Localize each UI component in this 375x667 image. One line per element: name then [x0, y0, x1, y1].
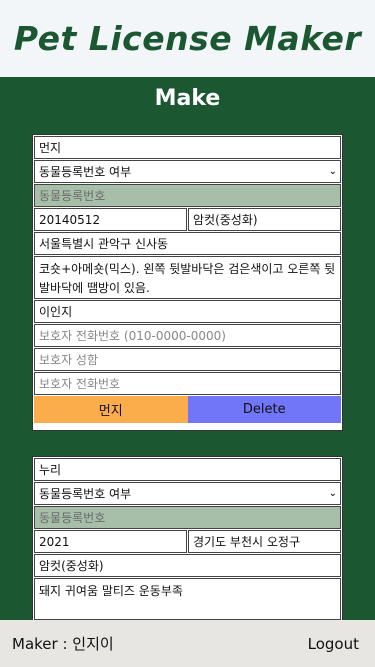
guardian-name2-field[interactable]: 보호자 성함 [34, 348, 341, 371]
delete-button[interactable]: Delete [187, 396, 341, 423]
birth-address-row: 2021 경기도 부천시 오정구 [34, 530, 341, 553]
maker-label: Maker : 인지이 [12, 635, 114, 653]
registration-number-field[interactable]: 동물등록번호 [34, 184, 341, 207]
address-field[interactable]: 경기도 부천시 오정구 [188, 530, 341, 553]
guardian-name-field[interactable]: 이인지 [34, 300, 341, 323]
page-title: Make [154, 86, 221, 111]
guardian-phone2-field[interactable]: 보호자 전화번호 [34, 372, 341, 395]
pet-name-field[interactable]: 먼지 [34, 136, 341, 159]
registration-select-value: 동물등록번호 여부 [39, 487, 132, 501]
registration-select[interactable]: 동물등록번호 여부 ⌄ [34, 160, 341, 183]
app-header: Pet License Maker [0, 0, 375, 77]
guardian-phone-field[interactable]: 보호자 전화번호 (010-0000-0000) [34, 324, 341, 347]
pet-name-field[interactable]: 누리 [34, 458, 341, 481]
registration-select[interactable]: 동물등록번호 여부 ⌄ [34, 482, 341, 505]
pet-card: 먼지 동물등록번호 여부 ⌄ 동물등록번호 20140512 암컷(중성화) 서… [32, 134, 343, 431]
description-field[interactable]: 코숏+아메숏(믹스). 왼쪽 뒷발바닥은 검은색이고 오른쪽 뒷발바닥에 땜방이… [34, 256, 341, 299]
footer-bar: Maker : 인지이 Logout [0, 620, 375, 667]
app-logo: Pet License Maker [13, 19, 362, 58]
card-actions: 먼지 Delete [34, 396, 341, 423]
chevron-down-icon: ⌄ [328, 166, 337, 177]
chevron-down-icon: ⌄ [328, 488, 337, 499]
logout-button[interactable]: Logout [308, 635, 359, 653]
registration-number-field[interactable]: 동물등록번호 [34, 506, 341, 529]
description-field[interactable]: 돼지 귀여움 말티즈 운동부족 [34, 578, 341, 620]
registration-select-value: 동물등록번호 여부 [39, 165, 132, 179]
address-field[interactable]: 서울특별시 관악구 신사동 [34, 232, 341, 255]
pet-name-button[interactable]: 먼지 [34, 396, 188, 423]
gender-field[interactable]: 암컷(중성화) [188, 208, 341, 231]
birth-field[interactable]: 2021 [34, 530, 187, 553]
birth-field[interactable]: 20140512 [34, 208, 187, 231]
birth-gender-row: 20140512 암컷(중성화) [34, 208, 341, 231]
gender-field[interactable]: 암컷(중성화) [34, 554, 341, 577]
